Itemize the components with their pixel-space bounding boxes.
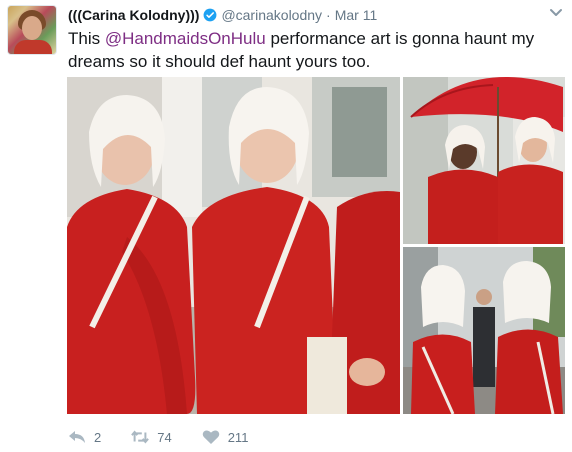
like-action[interactable]: 211 [202, 429, 249, 445]
retweet-icon [131, 430, 150, 444]
tweet-text-start: This [68, 29, 105, 48]
separator-dot: · [326, 7, 331, 23]
avatar[interactable] [7, 5, 57, 55]
reply-action[interactable]: 2 [68, 429, 101, 445]
mention-link[interactable]: @HandmaidsOnHulu [105, 29, 266, 48]
retweet-count: 74 [157, 429, 172, 445]
verified-badge-icon [204, 8, 217, 22]
photo-grid [67, 77, 565, 414]
reply-icon [69, 431, 85, 443]
tweet-header: (((Carina Kolodny))) @carinakolodny · Ma… [68, 6, 377, 24]
tweet-actions: 2 74 211 [68, 428, 278, 446]
reply-count: 2 [94, 429, 102, 445]
author-name[interactable]: (((Carina Kolodny))) [68, 7, 199, 23]
photo-main[interactable] [67, 77, 400, 414]
like-count: 211 [227, 429, 249, 445]
photo-umbrella[interactable] [403, 77, 565, 244]
heart-icon [202, 430, 219, 444]
tweet-date[interactable]: Mar 11 [335, 7, 378, 23]
tweet-text: This @HandmaidsOnHulu performance art is… [68, 27, 564, 73]
chevron-down-icon[interactable] [549, 5, 563, 19]
author-handle[interactable]: @carinakolodny [221, 7, 322, 23]
retweet-action[interactable]: 74 [131, 429, 172, 445]
photo-street[interactable] [403, 247, 565, 414]
